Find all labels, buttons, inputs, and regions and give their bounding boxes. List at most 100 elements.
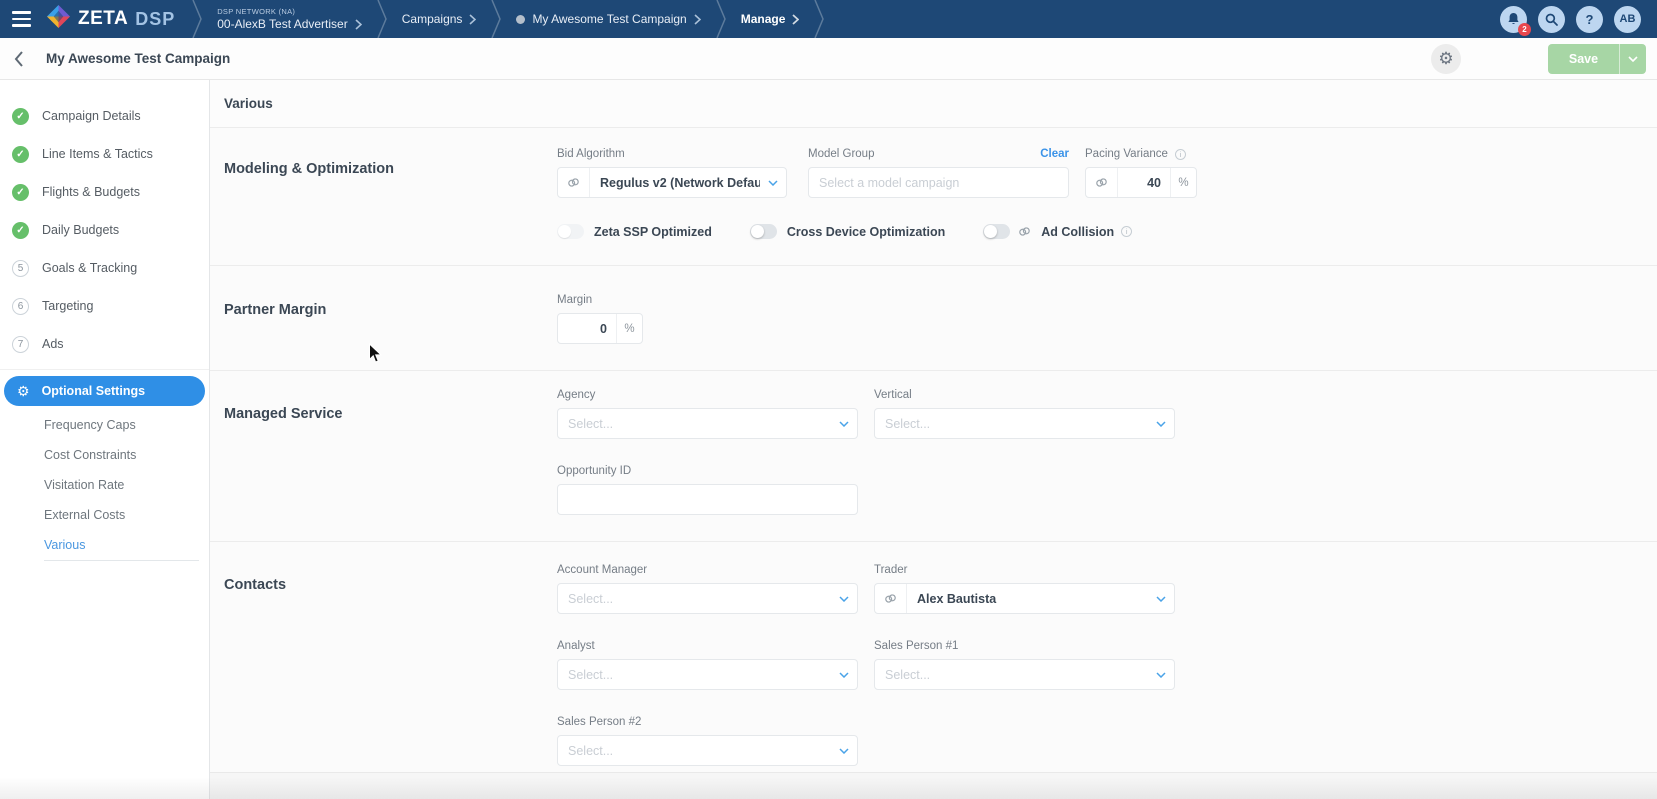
chevron-down-icon	[831, 596, 857, 602]
chevron-right-icon	[792, 14, 799, 25]
trader-label: Trader	[874, 564, 1175, 576]
info-icon[interactable]: i	[1121, 226, 1132, 237]
sidebar-item-external-costs[interactable]: External Costs	[0, 500, 209, 530]
info-icon[interactable]: i	[1175, 149, 1186, 160]
sidebar-item-campaign-details[interactable]: ✓ Campaign Details	[0, 97, 209, 135]
model-group-input[interactable]: Select a model campaign	[808, 167, 1069, 198]
chevron-down-icon	[1148, 421, 1174, 427]
sales-person-2-label: Sales Person #2	[557, 716, 858, 728]
sidebar-item-frequency-caps[interactable]: Frequency Caps	[0, 410, 209, 440]
sales-person-1-label: Sales Person #1	[874, 640, 1175, 652]
toggle-label: Cross Device Optimization	[787, 225, 945, 239]
partner-margin-section: Partner Margin Margin 0 %	[210, 266, 1657, 371]
pacing-variance-input[interactable]: 40 %	[1085, 167, 1197, 198]
check-circle-icon: ✓	[12, 108, 29, 125]
sidebar-item-various[interactable]: Various	[0, 530, 209, 560]
sidebar-item-label: Line Items & Tactics	[42, 147, 153, 161]
sidebar-item-label: Campaign Details	[42, 109, 141, 123]
step-number-icon: 6	[12, 298, 29, 315]
notifications-button[interactable]: 2	[1500, 6, 1527, 33]
breadcrumb-campaigns[interactable]: Campaigns	[388, 0, 491, 38]
check-circle-icon: ✓	[12, 184, 29, 201]
breadcrumb-separator	[191, 0, 203, 38]
sales-person-1-select[interactable]: Select...	[874, 659, 1175, 690]
save-button[interactable]: Save	[1548, 44, 1619, 74]
ad-collision-toggle-group: Ad Collision i	[983, 224, 1132, 239]
sidebar-item-label: Optional Settings	[42, 384, 145, 398]
search-button[interactable]	[1538, 6, 1565, 33]
chevron-down-icon	[831, 748, 857, 754]
sidebar-item-flights-budgets[interactable]: ✓ Flights & Budgets	[0, 173, 209, 211]
top-nav: ZETA DSP DSP NETWORK (NA) 00-AlexB Test …	[0, 0, 1657, 38]
opportunity-id-input[interactable]	[557, 484, 858, 515]
percent-suffix: %	[616, 314, 642, 343]
pacing-variance-label: Pacing Variance i	[1085, 148, 1197, 160]
sidebar-item-daily-budgets[interactable]: ✓ Daily Budgets	[0, 211, 209, 249]
step-number-icon: 5	[12, 260, 29, 277]
user-avatar[interactable]: AB	[1614, 6, 1641, 33]
analyst-select[interactable]: Select...	[557, 659, 858, 690]
cross-device-optimization-toggle[interactable]	[750, 224, 777, 239]
link-icon	[1018, 225, 1031, 238]
chevron-down-icon	[831, 672, 857, 678]
bid-algorithm-select[interactable]: Regulus v2 (Network Default...	[557, 167, 787, 198]
margin-label: Margin	[557, 294, 643, 306]
breadcrumb-network-label: DSP NETWORK (NA)	[217, 7, 295, 16]
back-button[interactable]	[14, 51, 24, 67]
sidebar-item-cost-constraints[interactable]: Cost Constraints	[0, 440, 209, 470]
zeta-ssp-optimized-toggle[interactable]	[557, 224, 584, 239]
percent-suffix: %	[1170, 168, 1196, 197]
sidebar-item-targeting[interactable]: 6 Targeting	[0, 287, 209, 325]
breadcrumb-advertiser[interactable]: DSP NETWORK (NA) 00-AlexB Test Advertise…	[203, 0, 376, 38]
breadcrumb-separator	[715, 0, 727, 38]
analyst-placeholder: Select...	[558, 668, 831, 682]
zeta-dsp-app: ZETA DSP DSP NETWORK (NA) 00-AlexB Test …	[0, 0, 1657, 799]
account-manager-label: Account Manager	[557, 564, 858, 576]
help-button[interactable]: ?	[1576, 6, 1603, 33]
hamburger-menu-icon[interactable]	[0, 0, 46, 38]
managed-service-section: Managed Service Agency Select... Vertica	[210, 371, 1657, 542]
account-manager-select[interactable]: Select...	[557, 583, 858, 614]
cross-device-optimization-toggle-group: Cross Device Optimization	[750, 224, 945, 239]
breadcrumb-separator	[490, 0, 502, 38]
search-icon	[1545, 13, 1558, 26]
sidebar-item-visitation-rate[interactable]: Visitation Rate	[0, 470, 209, 500]
account-manager-placeholder: Select...	[558, 592, 831, 606]
chevron-right-icon	[694, 14, 701, 25]
sidebar-subitem-label: Visitation Rate	[44, 478, 124, 492]
ad-collision-toggle[interactable]	[983, 224, 1010, 239]
model-group-clear-link[interactable]: Clear	[1040, 148, 1069, 160]
sidebar-item-ads[interactable]: 7 Ads	[0, 325, 209, 363]
section-heading: Modeling & Optimization	[210, 148, 557, 239]
sidebar-item-goals-tracking[interactable]: 5 Goals & Tracking	[0, 249, 209, 287]
zeta-ssp-optimized-toggle-group: Zeta SSP Optimized	[557, 224, 712, 239]
sidebar-subitem-label: Cost Constraints	[44, 448, 136, 462]
bid-algorithm-value: Regulus v2 (Network Default...	[590, 176, 760, 190]
contacts-section: Contacts Account Manager Select... Trade	[210, 542, 1657, 799]
notification-count-badge: 2	[1518, 23, 1531, 36]
step-number-icon: 7	[12, 336, 29, 353]
sidebar-item-optional-settings[interactable]: ⚙ Optional Settings	[4, 376, 205, 406]
agency-label: Agency	[557, 389, 858, 401]
section-heading: Managed Service	[210, 389, 557, 515]
toggle-label: Zeta SSP Optimized	[594, 225, 712, 239]
vertical-select[interactable]: Select...	[874, 408, 1175, 439]
sidebar-active-underline	[44, 560, 199, 561]
sidebar-subitem-label: Various	[44, 538, 85, 552]
brand-logo[interactable]: ZETA DSP	[46, 0, 191, 38]
save-options-button[interactable]	[1619, 44, 1646, 74]
pacing-variance-label-text: Pacing Variance	[1085, 148, 1168, 160]
breadcrumb-separator	[813, 0, 825, 38]
main-content: Various Modeling & Optimization Bid Algo…	[210, 80, 1657, 799]
sales-person-2-select[interactable]: Select...	[557, 735, 858, 766]
agency-select[interactable]: Select...	[557, 408, 858, 439]
sidebar-item-label: Ads	[42, 337, 64, 351]
sidebar-item-line-items-tactics[interactable]: ✓ Line Items & Tactics	[0, 135, 209, 173]
breadcrumb-campaign[interactable]: My Awesome Test Campaign	[502, 0, 714, 38]
margin-input[interactable]: 0 %	[557, 313, 643, 344]
sidebar-item-label: Goals & Tracking	[42, 261, 137, 275]
settings-button[interactable]: ⚙	[1431, 44, 1461, 74]
brand-dsp-text: DSP	[135, 9, 175, 30]
breadcrumb-manage[interactable]: Manage	[727, 0, 814, 38]
trader-select[interactable]: Alex Bautista	[874, 583, 1175, 614]
